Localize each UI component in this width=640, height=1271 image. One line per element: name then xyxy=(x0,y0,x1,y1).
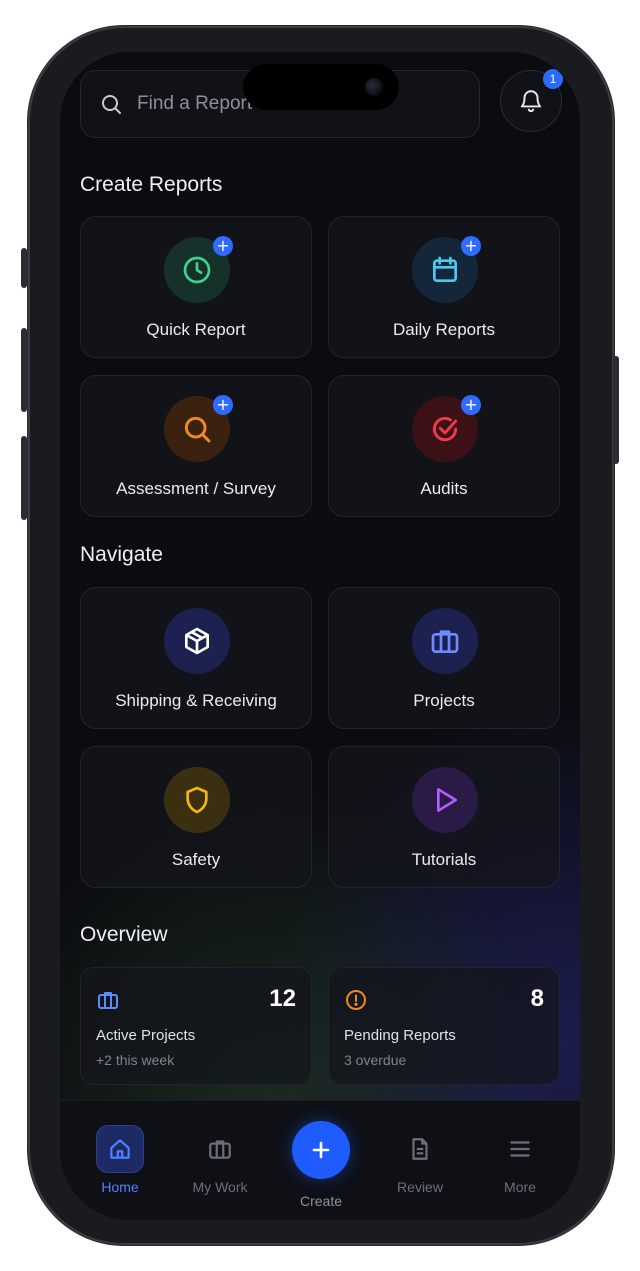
clock-icon xyxy=(183,256,211,284)
tile-icon-bg xyxy=(412,608,478,674)
nav-icon-wrap xyxy=(496,1125,544,1173)
briefcase-icon xyxy=(98,992,118,1009)
nav-icon-wrap xyxy=(196,1125,244,1173)
menu-icon xyxy=(510,1141,530,1157)
app-screen: Find a Report 1 Create Reports + Quick R… xyxy=(60,52,580,1220)
tile-icon-bg xyxy=(412,767,478,833)
tile-safety[interactable]: Safety xyxy=(80,746,312,888)
nav-review[interactable]: Review xyxy=(380,1125,460,1195)
nav-icon-wrap xyxy=(396,1125,444,1173)
plus-badge: + xyxy=(461,395,481,415)
nav-more[interactable]: More xyxy=(480,1125,560,1195)
dynamic-island xyxy=(243,64,399,110)
stat-active-projects[interactable]: 12 Active Projects +2 this week xyxy=(80,967,312,1085)
side-button xyxy=(21,436,27,520)
play-icon xyxy=(437,788,457,812)
plus-badge: + xyxy=(213,395,233,415)
plus-badge: + xyxy=(213,236,233,256)
tile-icon-bg xyxy=(164,608,230,674)
tile-projects[interactable]: Projects xyxy=(328,587,560,729)
plus-icon xyxy=(312,1141,330,1159)
stat-value: 12 xyxy=(269,985,296,1012)
stat-pending-reports[interactable]: 8 Pending Reports 3 overdue xyxy=(328,967,560,1085)
tile-icon-bg xyxy=(164,767,230,833)
shield-icon xyxy=(186,786,208,814)
tile-label: Quick Report xyxy=(146,320,246,339)
nav-label: Home xyxy=(101,1179,139,1195)
alert-icon xyxy=(346,990,366,1010)
camera-icon xyxy=(365,78,383,96)
briefcase-icon xyxy=(431,630,459,653)
nav-label: More xyxy=(504,1179,536,1195)
tile-label: Safety xyxy=(171,850,221,869)
nav-my-work[interactable]: My Work xyxy=(180,1125,260,1195)
side-button xyxy=(21,328,27,412)
bottom-nav: Home My Work Create Review More xyxy=(60,1100,580,1220)
nav-label-create: Create xyxy=(299,1193,343,1209)
search-icon xyxy=(102,95,121,114)
box-icon xyxy=(185,627,209,655)
stat-subtitle: +2 this week xyxy=(96,1052,175,1068)
tile-label: Daily Reports xyxy=(392,320,496,339)
side-button xyxy=(21,248,27,288)
notification-badge: 1 xyxy=(543,69,563,89)
tile-label: Shipping & Receiving xyxy=(115,691,277,710)
side-button xyxy=(613,356,619,464)
check-circle-icon xyxy=(432,416,458,442)
nav-label: Review xyxy=(397,1179,443,1195)
tile-shipping-receiving[interactable]: Shipping & Receiving xyxy=(80,587,312,729)
document-icon xyxy=(412,1138,428,1160)
stat-value: 8 xyxy=(530,985,544,1012)
stat-subtitle: 3 overdue xyxy=(344,1052,407,1068)
nav-label: My Work xyxy=(192,1179,248,1195)
search-placeholder: Find a Report xyxy=(137,93,253,114)
tile-tutorials[interactable]: Tutorials xyxy=(328,746,560,888)
tile-label: Tutorials xyxy=(411,850,477,869)
section-title-create: Create Reports xyxy=(80,173,223,196)
section-title-navigate: Navigate xyxy=(80,543,163,566)
tile-label: Assessment / Survey xyxy=(116,479,276,498)
tile-assessment-survey[interactable]: + Assessment / Survey xyxy=(80,375,312,517)
notifications-button[interactable]: 1 xyxy=(500,69,563,132)
stat-title: Pending Reports xyxy=(344,1027,456,1044)
nav-icon-wrap xyxy=(96,1125,144,1173)
tile-label: Projects xyxy=(413,691,475,710)
calendar-icon xyxy=(433,256,457,282)
tile-daily-reports[interactable]: + Daily Reports xyxy=(328,216,560,358)
section-title-overview: Overview xyxy=(80,923,168,946)
tile-label: Audits xyxy=(420,479,468,498)
home-icon xyxy=(110,1139,130,1159)
nav-home[interactable]: Home xyxy=(80,1125,160,1195)
tile-audits[interactable]: + Audits xyxy=(328,375,560,517)
search-icon xyxy=(184,416,211,443)
tile-quick-report[interactable]: + Quick Report xyxy=(80,216,312,358)
plus-badge: + xyxy=(461,236,481,256)
bell-icon xyxy=(520,90,542,112)
stat-title: Active Projects xyxy=(96,1027,196,1044)
briefcase-icon xyxy=(209,1140,231,1159)
create-button[interactable] xyxy=(292,1121,350,1179)
